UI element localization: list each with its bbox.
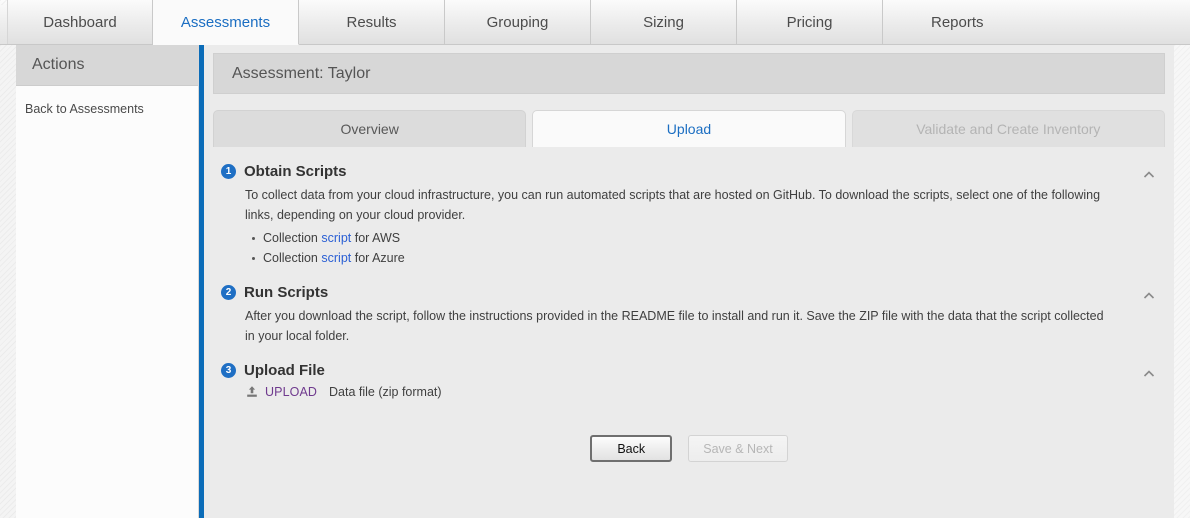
- bullet-prefix: Collection: [263, 231, 322, 245]
- nav-tab-label: Reports: [931, 13, 984, 31]
- tab-label: Overview: [340, 121, 399, 137]
- nav-tab-sizing[interactable]: Sizing: [591, 0, 737, 44]
- sidebar-title: Actions: [16, 45, 198, 86]
- body-area: Actions Back to Assessments Assessment: …: [16, 45, 1174, 518]
- page-title-label: Assessment: Taylor: [232, 64, 371, 82]
- nav-tab-assessments[interactable]: Assessments: [153, 0, 299, 45]
- script-links-list: Collection script for AWS Collection scr…: [245, 228, 1125, 268]
- sidebar-title-label: Actions: [32, 56, 85, 73]
- step-run-scripts: 2 Run Scripts After you download the scr…: [221, 284, 1159, 346]
- step-paragraph: After you download the script, follow th…: [245, 309, 1104, 343]
- sidebar-links: Back to Assessments: [16, 86, 198, 118]
- upload-button-label[interactable]: UPLOAD: [265, 385, 317, 399]
- azure-script-link[interactable]: script: [321, 251, 351, 265]
- wizard-tabs: Overview Upload Validate and Create Inve…: [213, 110, 1165, 147]
- nav-tab-reports[interactable]: Reports: [883, 0, 1190, 44]
- nav-tab-grouping[interactable]: Grouping: [445, 0, 591, 44]
- upload-hint-text: Data file (zip format): [329, 385, 442, 399]
- tab-overview[interactable]: Overview: [213, 110, 527, 147]
- step-header: 2 Run Scripts: [221, 284, 1159, 301]
- step-number-badge: 1: [221, 164, 236, 179]
- chevron-up-icon[interactable]: [1141, 366, 1157, 382]
- upload-control[interactable]: UPLOAD Data file (zip format): [245, 385, 1159, 399]
- back-button[interactable]: Back: [590, 435, 673, 462]
- tab-upload[interactable]: Upload: [532, 110, 846, 147]
- bullet-suffix: for AWS: [351, 231, 401, 245]
- step-body: To collect data from your cloud infrastr…: [245, 185, 1125, 268]
- sidebar-item-label: Back to Assessments: [25, 102, 144, 116]
- nav-tab-label: Sizing: [643, 13, 684, 31]
- tab-label: Validate and Create Inventory: [916, 121, 1101, 137]
- step-header: 3 Upload File: [221, 362, 1159, 379]
- chevron-up-icon[interactable]: [1141, 167, 1157, 183]
- sidebar-item-back-to-assessments[interactable]: Back to Assessments: [25, 100, 198, 118]
- nav-tab-pricing[interactable]: Pricing: [737, 0, 883, 44]
- steps-panel: 1 Obtain Scripts To collect data from yo…: [213, 163, 1165, 399]
- step-number-badge: 3: [221, 363, 236, 378]
- step-body: After you download the script, follow th…: [245, 306, 1105, 346]
- bullet-suffix: for Azure: [351, 251, 405, 265]
- step-paragraph: To collect data from your cloud infrastr…: [245, 188, 1101, 222]
- tab-label: Upload: [666, 121, 712, 137]
- list-item: Collection script for Azure: [252, 248, 1125, 268]
- chevron-up-icon[interactable]: [1141, 288, 1157, 304]
- tab-validate-and-create-inventory: Validate and Create Inventory: [851, 110, 1165, 147]
- footer-buttons: Back Save & Next: [213, 435, 1165, 462]
- aws-script-link[interactable]: script: [321, 231, 351, 245]
- page-edge-left: [0, 0, 16, 518]
- save-and-next-button: Save & Next: [688, 435, 788, 462]
- list-item: Collection script for AWS: [252, 228, 1125, 248]
- nav-tab-label: Grouping: [486, 13, 549, 31]
- nav-tab-label: Dashboard: [43, 13, 117, 31]
- nav-tab-label: Pricing: [786, 13, 833, 31]
- step-title: Upload File: [244, 362, 325, 379]
- bullet-prefix: Collection: [263, 251, 322, 265]
- page-title: Assessment: Taylor: [213, 53, 1165, 94]
- step-title: Obtain Scripts: [244, 163, 347, 180]
- upload-icon: [245, 385, 259, 399]
- step-obtain-scripts: 1 Obtain Scripts To collect data from yo…: [221, 163, 1159, 268]
- top-navigation-bar: Dashboard Assessments Results Grouping S…: [0, 0, 1190, 45]
- sidebar: Actions Back to Assessments: [16, 45, 199, 518]
- step-title: Run Scripts: [244, 284, 329, 301]
- step-upload-file: 3 Upload File UPLOAD Data file (zip form…: [221, 362, 1159, 399]
- main-content: Assessment: Taylor Overview Upload Valid…: [204, 45, 1174, 518]
- nav-tab-results[interactable]: Results: [299, 0, 445, 44]
- step-header: 1 Obtain Scripts: [221, 163, 1159, 180]
- step-number-badge: 2: [221, 285, 236, 300]
- nav-tab-label: Assessments: [180, 13, 271, 31]
- nav-tab-label: Results: [346, 13, 397, 31]
- nav-tab-dashboard[interactable]: Dashboard: [7, 0, 153, 44]
- page-edge-right: [1174, 0, 1190, 518]
